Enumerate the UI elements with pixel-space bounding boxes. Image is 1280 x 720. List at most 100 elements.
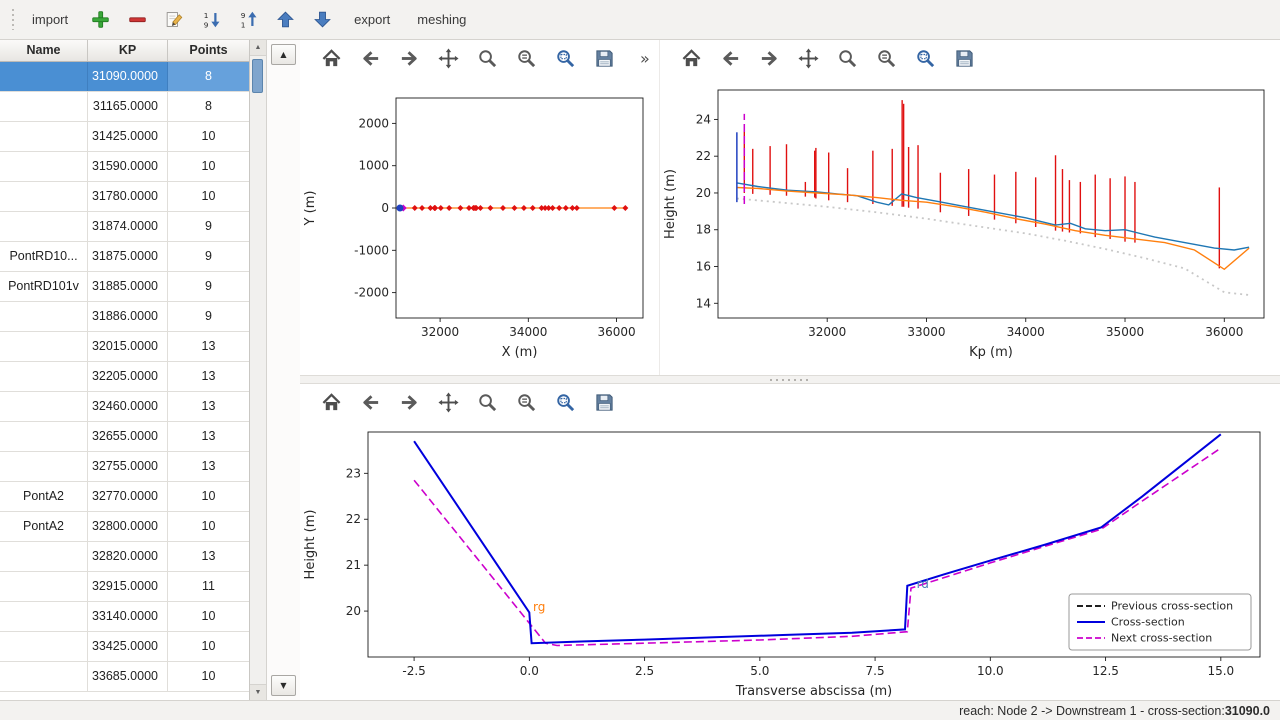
pan-icon[interactable] [435,45,461,71]
cell-points[interactable]: 10 [168,632,249,661]
move-row-up-button[interactable]: ▲ [271,44,296,65]
cross-section-chart[interactable]: -2.50.02.55.07.510.012.515.020212223Tran… [300,420,1280,705]
table-row[interactable]: 31886.00009 [0,302,249,332]
cell-points[interactable]: 9 [168,302,249,331]
move-up-icon[interactable] [273,8,297,32]
meshing-button[interactable]: meshing [410,8,473,31]
cell-kp[interactable]: 33140.0000 [88,602,168,631]
cell-name[interactable] [0,362,88,391]
save-icon[interactable] [591,389,617,415]
cell-kp[interactable]: 33685.0000 [88,662,168,691]
table-row[interactable]: 33140.000010 [0,602,249,632]
cell-points[interactable]: 10 [168,482,249,511]
zoom-rect-icon[interactable] [552,389,578,415]
cell-kp[interactable]: 31874.0000 [88,212,168,241]
table-row[interactable]: 32015.000013 [0,332,249,362]
cell-kp[interactable]: 31886.0000 [88,302,168,331]
home-icon[interactable] [678,45,704,71]
table-row[interactable]: 32915.000011 [0,572,249,602]
forward-icon[interactable] [396,389,422,415]
cell-name[interactable]: PontRD10... [0,242,88,271]
pan-icon[interactable] [435,389,461,415]
cell-kp[interactable]: 31590.0000 [88,152,168,181]
cell-kp[interactable]: 32915.0000 [88,572,168,601]
table-row[interactable]: 32655.000013 [0,422,249,452]
add-icon[interactable] [88,8,112,32]
table-row[interactable]: PontRD10...31875.00009 [0,242,249,272]
remove-icon[interactable] [125,8,149,32]
cell-points[interactable]: 8 [168,92,249,121]
table-row[interactable]: 31165.00008 [0,92,249,122]
cell-name[interactable] [0,422,88,451]
cell-kp[interactable]: 32015.0000 [88,332,168,361]
cell-kp[interactable]: 31875.0000 [88,242,168,271]
home-icon[interactable] [318,389,344,415]
cell-name[interactable] [0,302,88,331]
column-header-name[interactable]: Name [0,40,88,61]
cell-name[interactable] [0,62,88,91]
table-row[interactable]: 33425.000010 [0,632,249,662]
table-row[interactable]: 32460.000013 [0,392,249,422]
back-icon[interactable] [357,389,383,415]
cell-points[interactable]: 8 [168,62,249,91]
cell-points[interactable]: 11 [168,572,249,601]
sort-ascending-icon[interactable]: 19 [199,8,223,32]
back-icon[interactable] [717,45,743,71]
zoom-rect-icon[interactable] [912,45,938,71]
toolbar-handle[interactable] [10,9,15,30]
table-row[interactable]: 32755.000013 [0,452,249,482]
cell-name[interactable]: PontRD101v [0,272,88,301]
horizontal-splitter[interactable] [300,375,1280,384]
cell-kp[interactable]: 32770.0000 [88,482,168,511]
table-row[interactable]: 32820.000013 [0,542,249,572]
table-row[interactable]: 32205.000013 [0,362,249,392]
table-row[interactable]: 31590.000010 [0,152,249,182]
cell-name[interactable] [0,602,88,631]
cell-kp[interactable]: 31780.0000 [88,182,168,211]
zoom-icon[interactable] [474,389,500,415]
cell-points[interactable]: 13 [168,422,249,451]
longitudinal-profile-chart[interactable]: 3200033000340003500036000141618202224Kp … [660,76,1280,370]
plan-view-chart[interactable]: 320003400036000200010000-1000-2000X (m)Y… [300,76,659,370]
cell-kp[interactable]: 32460.0000 [88,392,168,421]
cell-points[interactable]: 10 [168,152,249,181]
cell-name[interactable] [0,332,88,361]
cell-name[interactable] [0,182,88,211]
cell-points[interactable]: 13 [168,452,249,481]
cell-name[interactable] [0,662,88,691]
cell-points[interactable]: 10 [168,122,249,151]
scrollbar-thumb[interactable] [252,59,263,93]
cell-name[interactable] [0,92,88,121]
cell-kp[interactable]: 31165.0000 [88,92,168,121]
table-row[interactable]: 33685.000010 [0,662,249,692]
export-button[interactable]: export [347,8,397,31]
cell-name[interactable] [0,212,88,241]
options-icon[interactable] [513,389,539,415]
cell-name[interactable] [0,122,88,151]
scroll-down-button[interactable]: ▼ [250,684,266,700]
cell-points[interactable]: 10 [168,602,249,631]
save-icon[interactable] [951,45,977,71]
zoom-rect-icon[interactable] [552,45,578,71]
table-row[interactable]: PontA232770.000010 [0,482,249,512]
cell-name[interactable]: PontA2 [0,512,88,541]
table-scrollbar[interactable]: ▲ ▼ [250,40,267,700]
home-icon[interactable] [318,45,344,71]
cell-name[interactable] [0,152,88,181]
column-header-kp[interactable]: KP [88,40,168,61]
table-row[interactable]: PontRD101v31885.00009 [0,272,249,302]
cell-kp[interactable]: 33425.0000 [88,632,168,661]
cell-points[interactable]: 10 [168,662,249,691]
column-header-points[interactable]: Points [168,40,250,61]
cell-name[interactable] [0,392,88,421]
edit-icon[interactable] [162,8,186,32]
cell-kp[interactable]: 31090.0000 [88,62,168,91]
forward-icon[interactable] [756,45,782,71]
zoom-icon[interactable] [834,45,860,71]
cell-points[interactable]: 13 [168,392,249,421]
move-down-icon[interactable] [310,8,334,32]
cell-points[interactable]: 9 [168,272,249,301]
cell-name[interactable]: PontA2 [0,482,88,511]
cell-points[interactable]: 9 [168,212,249,241]
options-icon[interactable] [513,45,539,71]
